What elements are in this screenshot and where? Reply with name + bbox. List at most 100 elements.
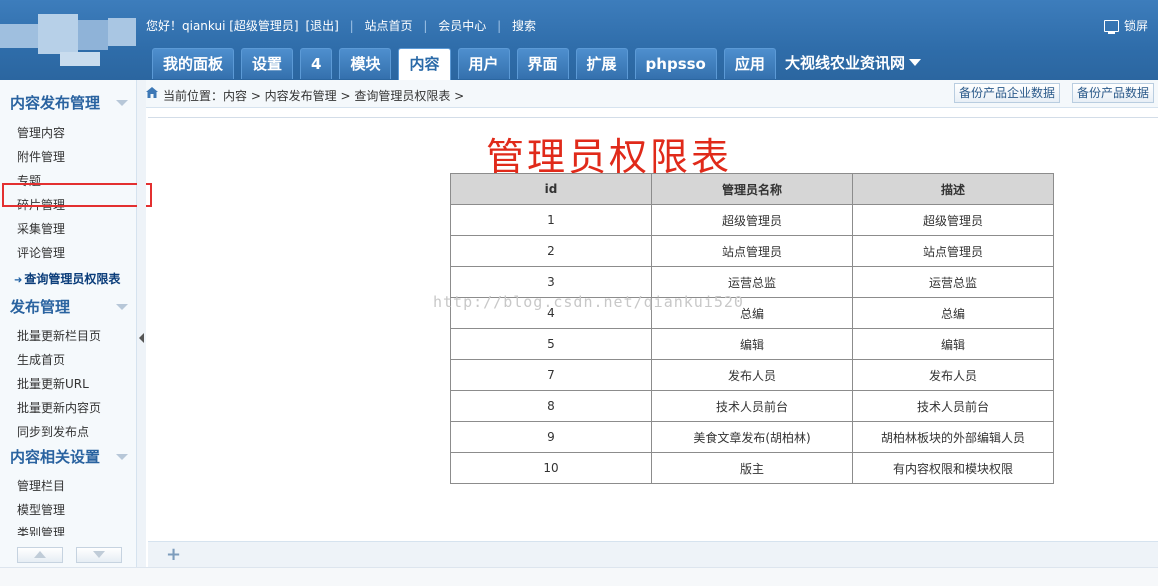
- sidebar-item-admin-permissions[interactable]: 查询管理员权限表: [14, 270, 120, 287]
- header-bar: 您好！qiankui [超级管理员] [退出] | 站点首页 | 会员中心 | …: [0, 0, 1158, 81]
- collapse-arrow-icon: [116, 454, 128, 460]
- cell-id: 5: [450, 328, 652, 360]
- table-header-row: id 管理员名称 描述: [450, 173, 1054, 205]
- tab-interface[interactable]: 界面: [516, 48, 569, 79]
- column-header-description: 描述: [852, 173, 1054, 205]
- logout-link[interactable]: [退出]: [305, 17, 338, 34]
- plus-icon[interactable]: +: [166, 544, 181, 565]
- sidebar-item-types[interactable]: 类别管理: [17, 524, 65, 536]
- scroll-down-button[interactable]: [76, 547, 122, 563]
- tab-apps[interactable]: 应用: [723, 48, 776, 79]
- home-icon: [146, 87, 158, 98]
- sidebar-section-content-publish[interactable]: 内容发布管理: [0, 90, 136, 116]
- greeting-text: 您好！qiankui [超级管理员]: [146, 19, 299, 33]
- collapse-arrow-icon: [116, 304, 128, 310]
- site-home-link[interactable]: 站点首页: [365, 17, 413, 34]
- sidebar-item-batch-category[interactable]: 批量更新栏目页: [17, 327, 101, 344]
- site-name: 大视线农业资讯网: [785, 54, 906, 72]
- cell-id: 10: [450, 452, 652, 484]
- footer-bar: [0, 567, 1158, 586]
- site-selector[interactable]: 大视线农业资讯网: [785, 52, 922, 73]
- table-row: 1 超级管理员 超级管理员: [450, 204, 1054, 236]
- table-row: 8 技术人员前台 技术人员前台: [450, 390, 1054, 422]
- search-link[interactable]: 搜索: [512, 17, 536, 34]
- sidebar-item-model[interactable]: 模型管理: [17, 501, 65, 518]
- breadcrumb-bar: 当前位置：内容 > 内容发布管理 > 查询管理员权限表 > 备份产品企业数据 备…: [146, 80, 1158, 108]
- highlight-box: [2, 183, 152, 207]
- tab-4[interactable]: 4: [300, 48, 333, 79]
- sidebar-item-generate-home[interactable]: 生成首页: [17, 351, 65, 368]
- sidebar-section-content-settings[interactable]: 内容相关设置: [0, 444, 136, 470]
- table-row: 9 美食文章发布(胡柏林) 胡柏林板块的外部编辑人员: [450, 421, 1054, 453]
- sidebar-item-manage-category[interactable]: 管理栏目: [17, 477, 65, 494]
- cell-description: 技术人员前台: [852, 390, 1054, 422]
- bottom-toolbar: +: [148, 541, 1158, 568]
- lock-label: 锁屏: [1123, 19, 1148, 33]
- cell-id: 8: [450, 390, 652, 422]
- cell-id: 2: [450, 235, 652, 267]
- cell-description: 胡柏林板块的外部编辑人员: [852, 421, 1054, 453]
- chevron-down-icon: [909, 59, 922, 66]
- sidebar-item-comments[interactable]: 评论管理: [17, 244, 65, 261]
- column-header-id: id: [450, 173, 652, 205]
- sidebar-scroll-buttons: [17, 547, 135, 563]
- tab-my-panel[interactable]: 我的面板: [152, 48, 235, 79]
- member-center-link[interactable]: 会员中心: [438, 17, 486, 34]
- tab-phpsso[interactable]: phpsso: [634, 48, 717, 79]
- lock-screen-button[interactable]: 锁屏: [1103, 17, 1148, 34]
- cell-name: 版主: [651, 452, 853, 484]
- tab-modules[interactable]: 模块: [339, 48, 392, 79]
- sidebar-item-sync-publish[interactable]: 同步到发布点: [17, 423, 89, 440]
- main-tabs: 我的面板 设置 4 模块 内容 用户 界面 扩展 phpsso 应用: [152, 48, 783, 81]
- section-title: 发布管理: [10, 298, 71, 316]
- tab-content[interactable]: 内容: [398, 48, 451, 81]
- cell-description: 编辑: [852, 328, 1054, 360]
- cell-name: 美食文章发布(胡柏林): [651, 421, 853, 453]
- section-title: 内容发布管理: [10, 94, 101, 112]
- scroll-up-button[interactable]: [17, 547, 63, 563]
- cell-description: 发布人员: [852, 359, 1054, 391]
- table-row: 2 站点管理员 站点管理员: [450, 235, 1054, 267]
- sidebar-item-batch-url[interactable]: 批量更新URL: [17, 375, 89, 392]
- sidebar-item-collection[interactable]: 采集管理: [17, 220, 65, 237]
- cell-description: 有内容权限和模块权限: [852, 452, 1054, 484]
- cell-name: 发布人员: [651, 359, 853, 391]
- tab-extensions[interactable]: 扩展: [575, 48, 628, 79]
- top-links: 您好！qiankui [超级管理员] [退出] | 站点首页 | 会员中心 | …: [146, 17, 536, 34]
- table-row: 7 发布人员 发布人员: [450, 359, 1054, 391]
- sidebar-section-publish[interactable]: 发布管理: [0, 294, 136, 320]
- cell-description: 运营总监: [852, 266, 1054, 298]
- sidebar-toggle[interactable]: [137, 80, 146, 585]
- backup-company-data-button[interactable]: 备份产品企业数据: [954, 83, 1061, 103]
- sidebar-item-batch-content[interactable]: 批量更新内容页: [17, 399, 101, 416]
- cell-description: 总编: [852, 297, 1054, 329]
- cell-id: 9: [450, 421, 652, 453]
- cell-description: 站点管理员: [852, 235, 1054, 267]
- sidebar: 内容发布管理 管理内容 附件管理 专题 碎片管理 采集管理 评论管理 查询管理员…: [0, 80, 137, 585]
- table-row: 10 版主 有内容权限和模块权限: [450, 452, 1054, 484]
- watermark: http://blog.csdn.net/qiankui520: [433, 293, 744, 311]
- backup-product-data-button[interactable]: 备份产品数据: [1072, 83, 1155, 103]
- section-title: 内容相关设置: [10, 448, 101, 466]
- cell-description: 超级管理员: [852, 204, 1054, 236]
- arrow-down-icon: [93, 551, 105, 558]
- cell-id: 1: [450, 204, 652, 236]
- logo: [0, 0, 140, 80]
- breadcrumb: 当前位置：内容 > 内容发布管理 > 查询管理员权限表 >: [163, 89, 465, 103]
- cell-id: 7: [450, 359, 652, 391]
- tab-users[interactable]: 用户: [457, 48, 510, 79]
- admin-permission-table: id 管理员名称 描述 1 超级管理员 超级管理员 2 站点管理员 站点管理员 3 运营总…: [450, 173, 1054, 484]
- arrow-left-icon: [139, 333, 144, 343]
- monitor-icon: [1103, 19, 1119, 34]
- sidebar-item-manage-content[interactable]: 管理内容: [17, 124, 65, 141]
- tab-settings[interactable]: 设置: [241, 48, 294, 79]
- cell-name: 超级管理员: [651, 204, 853, 236]
- cell-name: 技术人员前台: [651, 390, 853, 422]
- table-row: 5 编辑 编辑: [450, 328, 1054, 360]
- cell-name: 站点管理员: [651, 235, 853, 267]
- sidebar-item-attachments[interactable]: 附件管理: [17, 148, 65, 165]
- column-header-name: 管理员名称: [651, 173, 853, 205]
- arrow-up-icon: [34, 551, 46, 558]
- cell-name: 编辑: [651, 328, 853, 360]
- collapse-arrow-icon: [116, 100, 128, 106]
